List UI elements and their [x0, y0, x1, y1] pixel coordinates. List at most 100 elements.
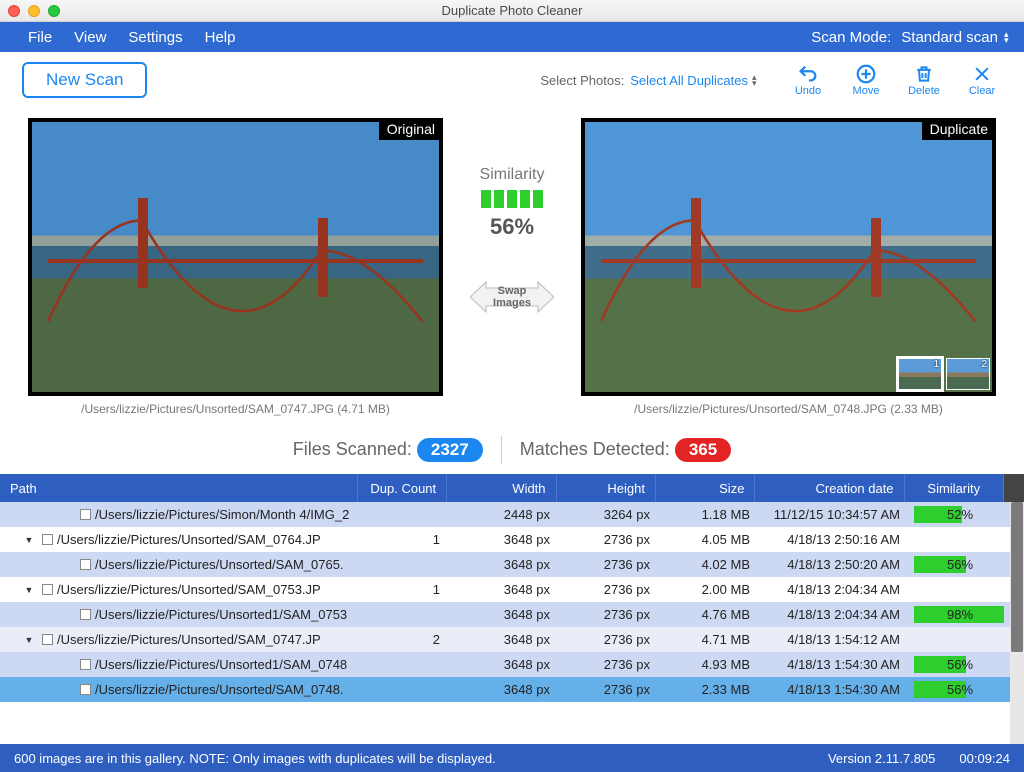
matches-detected-label: Matches Detected: [520, 439, 670, 459]
disclosure-triangle-icon[interactable]: ▼ [24, 635, 34, 645]
th-height[interactable]: Height [557, 474, 656, 502]
undo-button[interactable]: Undo [788, 63, 828, 97]
menu-help[interactable]: Help [205, 29, 236, 46]
table-row[interactable]: ▼ /Users/lizzie/Pictures/Unsorted/SAM_07… [0, 527, 1010, 552]
cell-date: 4/18/13 1:54:30 AM [760, 652, 910, 677]
row-checkbox[interactable] [42, 634, 53, 645]
row-checkbox[interactable] [42, 534, 53, 545]
th-size[interactable]: Size [656, 474, 755, 502]
cell-similarity [910, 527, 1010, 552]
table-row[interactable]: ▼ /Users/lizzie/Pictures/Unsorted/SAM_07… [0, 627, 1010, 652]
move-button[interactable]: Move [846, 63, 886, 97]
original-badge: Original [379, 118, 443, 140]
th-dup[interactable]: Dup. Count [358, 474, 448, 502]
matches-detected-value: 365 [675, 438, 731, 462]
cell-height: 3264 px [560, 502, 660, 527]
duplicate-image[interactable]: Duplicate 1 2 [581, 118, 996, 396]
scrollbar[interactable] [1010, 502, 1024, 744]
scrollbar-thumb[interactable] [1011, 502, 1023, 652]
original-image[interactable]: Original [28, 118, 443, 396]
menu-file[interactable]: File [28, 29, 52, 46]
cell-dup: 2 [360, 627, 450, 652]
th-sim[interactable]: Similarity [905, 474, 1004, 502]
table-row[interactable]: ▼ /Users/lizzie/Pictures/Unsorted1/SAM_0… [0, 602, 1010, 627]
table-row[interactable]: ▼ /Users/lizzie/Pictures/Simon/Month 4/I… [0, 502, 1010, 527]
table-row[interactable]: ▼ /Users/lizzie/Pictures/Unsorted/SAM_07… [0, 677, 1010, 702]
cell-width: 3648 px [450, 527, 560, 552]
scan-mode-select[interactable]: Standard scan [901, 29, 1014, 46]
cell-size: 4.05 MB [660, 527, 760, 552]
cell-dup: 1 [360, 527, 450, 552]
status-message: 600 images are in this gallery. NOTE: On… [14, 751, 496, 766]
table-row[interactable]: ▼ /Users/lizzie/Pictures/Unsorted/SAM_07… [0, 577, 1010, 602]
scan-mode-value: Standard scan [901, 29, 998, 46]
separator [501, 436, 502, 464]
duplicate-badge: Duplicate [922, 118, 996, 140]
clear-label: Clear [969, 85, 995, 97]
disclosure-triangle-icon[interactable]: ▼ [24, 585, 34, 595]
row-checkbox[interactable] [80, 559, 91, 570]
undo-icon [797, 63, 819, 85]
row-checkbox[interactable] [80, 659, 91, 670]
cell-size: 2.33 MB [660, 677, 760, 702]
cell-path-text: /Users/lizzie/Pictures/Unsorted/SAM_0753… [57, 582, 321, 597]
th-width[interactable]: Width [447, 474, 556, 502]
delete-button[interactable]: Delete [904, 63, 944, 97]
row-checkbox[interactable] [42, 584, 53, 595]
cell-date: 4/18/13 1:54:30 AM [760, 677, 910, 702]
cell-date: 4/18/13 2:04:34 AM [760, 577, 910, 602]
cell-path: ▼ /Users/lizzie/Pictures/Unsorted/SAM_07… [0, 527, 360, 552]
similarity-label: Similarity [480, 166, 545, 184]
cell-similarity: 56% [910, 652, 1010, 677]
similarity-value: 56% [920, 657, 1000, 672]
original-panel: Original /Users/lizzie/Pictures/Unsorted… [28, 118, 443, 416]
thumbnail-2[interactable]: 2 [946, 358, 990, 390]
row-checkbox[interactable] [80, 609, 91, 620]
swap-images-button[interactable]: Swap Images [470, 270, 554, 324]
th-date[interactable]: Creation date [755, 474, 904, 502]
cell-size: 4.71 MB [660, 627, 760, 652]
row-checkbox[interactable] [80, 684, 91, 695]
row-checkbox[interactable] [80, 509, 91, 520]
menu-view[interactable]: View [74, 29, 106, 46]
clear-button[interactable]: Clear [962, 63, 1002, 97]
menubar: File View Settings Help Scan Mode: Stand… [0, 22, 1024, 52]
cell-size: 4.02 MB [660, 552, 760, 577]
window-minimize-button[interactable] [28, 5, 40, 17]
similarity-panel: Similarity 56% Swap Images [453, 118, 571, 324]
cell-width: 2448 px [450, 502, 560, 527]
undo-label: Undo [795, 85, 821, 97]
status-version: Version 2.11.7.805 [828, 751, 935, 766]
th-path[interactable]: Path [0, 474, 358, 502]
similarity-percent: 56% [490, 214, 534, 240]
table-row[interactable]: ▼ /Users/lizzie/Pictures/Unsorted1/SAM_0… [0, 652, 1010, 677]
cell-path-text: /Users/lizzie/Pictures/Unsorted/SAM_0748… [95, 682, 344, 697]
window-close-button[interactable] [8, 5, 20, 17]
table-row[interactable]: ▼ /Users/lizzie/Pictures/Unsorted/SAM_07… [0, 552, 1010, 577]
disclosure-triangle-icon[interactable]: ▼ [24, 535, 34, 545]
cell-width: 3648 px [450, 602, 560, 627]
statusbar: 600 images are in this gallery. NOTE: On… [0, 744, 1024, 772]
cell-dup [360, 552, 450, 577]
original-caption: /Users/lizzie/Pictures/Unsorted/SAM_0747… [81, 402, 390, 416]
cell-path-text: /Users/lizzie/Pictures/Simon/Month 4/IMG… [95, 507, 349, 522]
thumbnail-1[interactable]: 1 [898, 358, 942, 390]
cell-height: 2736 px [560, 627, 660, 652]
th-scroll [1004, 474, 1024, 502]
titlebar: Duplicate Photo Cleaner [0, 0, 1024, 22]
window-zoom-button[interactable] [48, 5, 60, 17]
select-all-duplicates-label: Select All Duplicates [630, 73, 748, 88]
menu-settings[interactable]: Settings [128, 29, 182, 46]
move-label: Move [853, 85, 880, 97]
select-all-duplicates-link[interactable]: Select All Duplicates [630, 73, 762, 88]
cell-date: 4/18/13 2:50:20 AM [760, 552, 910, 577]
cell-width: 3648 px [450, 652, 560, 677]
cell-similarity: 56% [910, 677, 1010, 702]
scan-mode-label: Scan Mode: [811, 29, 891, 46]
cell-size: 4.76 MB [660, 602, 760, 627]
table-body: ▼ /Users/lizzie/Pictures/Simon/Month 4/I… [0, 502, 1010, 744]
status-time: 00:09:24 [959, 751, 1010, 766]
new-scan-button[interactable]: New Scan [22, 62, 147, 98]
cell-path-text: /Users/lizzie/Pictures/Unsorted/SAM_0747… [57, 632, 321, 647]
cell-date: 11/12/15 10:34:57 AM [760, 502, 910, 527]
